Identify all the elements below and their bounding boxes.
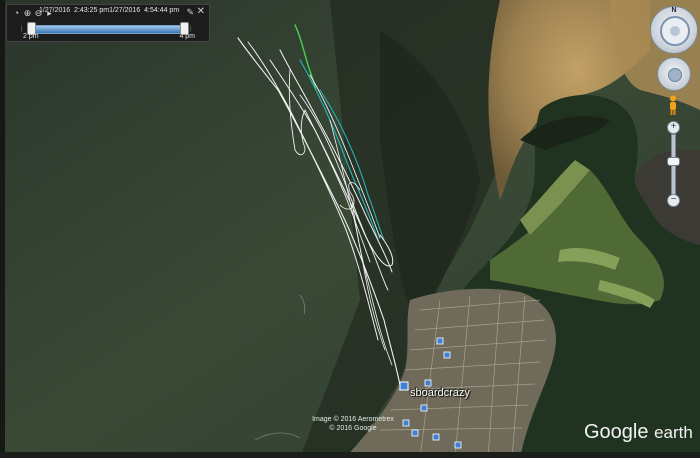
pegman-icon[interactable] bbox=[667, 95, 679, 115]
imagery-credit-line2: © 2016 Google bbox=[329, 425, 377, 432]
satellite-map[interactable] bbox=[0, 0, 700, 458]
look-joystick-center[interactable] bbox=[668, 68, 682, 82]
window-edge bbox=[0, 0, 5, 458]
placemark-label[interactable]: sboardcrazy bbox=[410, 387, 470, 399]
clock-icon[interactable]: ◔ bbox=[11, 8, 22, 19]
close-icon[interactable]: ✕ bbox=[197, 6, 205, 17]
time-range-readout: 1/27/2016 2:43:25 pm 1/27/2016 4:54:44 p… bbox=[39, 7, 179, 14]
map-viewport[interactable]: ◔ ⊕ ⊖ ▸ 1/27/2016 2:43:25 pm 1/27/2016 4… bbox=[0, 0, 700, 458]
logo-brand: Google bbox=[584, 421, 649, 443]
settings-icon[interactable]: ✎ bbox=[186, 7, 194, 18]
zoom-slider-thumb[interactable] bbox=[667, 157, 680, 166]
look-joystick[interactable] bbox=[657, 57, 691, 91]
zoom-in-button[interactable]: + bbox=[667, 121, 680, 134]
north-label: N bbox=[671, 7, 677, 14]
slider-right-end: | bbox=[190, 26, 192, 32]
end-datetime: 1/27/2016 4:54:44 pm bbox=[109, 7, 180, 14]
compass-ring[interactable] bbox=[660, 16, 690, 46]
logo-product: earth bbox=[654, 423, 693, 442]
google-earth-logo: Google earth bbox=[584, 421, 693, 444]
end-hour-label: 4 pm bbox=[179, 33, 195, 40]
slider-left-end: | bbox=[21, 26, 23, 32]
time-slider-panel[interactable]: ◔ ⊕ ⊖ ▸ 1/27/2016 2:43:25 pm 1/27/2016 4… bbox=[6, 4, 210, 42]
status-bar bbox=[0, 452, 700, 458]
start-hour-label: 2 pm bbox=[23, 33, 39, 40]
imagery-credit: Image © 2016 Aerometrex © 2016 Google bbox=[308, 415, 398, 433]
compass-control[interactable]: N bbox=[650, 6, 698, 54]
zoom-in-icon[interactable]: ⊕ bbox=[22, 8, 33, 19]
zoom-out-button[interactable]: − bbox=[667, 194, 680, 207]
time-slider-track[interactable] bbox=[27, 25, 189, 34]
imagery-credit-line1: Image © 2016 Aerometrex bbox=[312, 416, 394, 423]
start-datetime: 1/27/2016 2:43:25 pm bbox=[39, 7, 110, 14]
